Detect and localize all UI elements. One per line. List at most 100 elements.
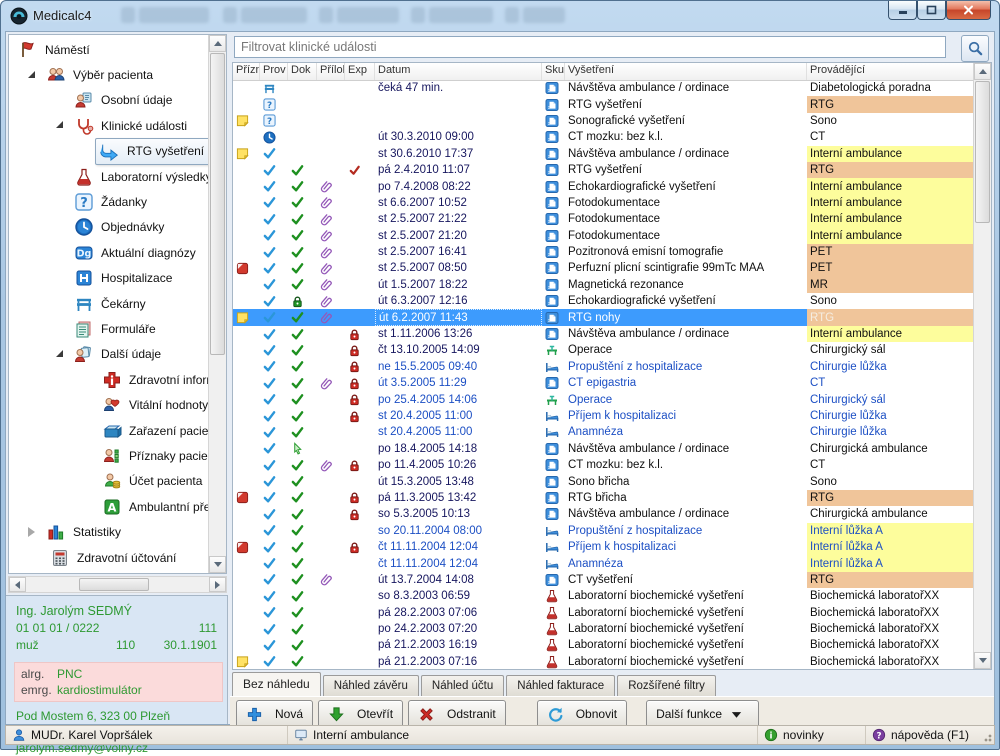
sidebar-item-et-pacienta[interactable]: Účet pacienta (9, 469, 209, 494)
table-row[interactable]: st 1.11.2006 13:26Návštěva ambulance / o… (233, 326, 974, 342)
scrollbar-thumb[interactable] (79, 578, 149, 591)
tree-vertical-scrollbar[interactable] (208, 35, 226, 573)
column-header-datum[interactable]: Datum (375, 63, 542, 80)
table-row[interactable]: út 13.7.2004 14:08CT vyšetřeníRTG (233, 572, 974, 588)
sidebar-item-zdravotn-informa[interactable]: Zdravotní informa (9, 367, 209, 392)
table-row[interactable]: st 2.5.2007 21:20FotodokumentaceInterní … (233, 228, 974, 244)
table-row[interactable]: so 8.3.2003 06:59Laboratorní biochemické… (233, 588, 974, 604)
table-row[interactable]: so 5.3.2005 10:13Návštěva ambulance / or… (233, 506, 974, 522)
table-row[interactable]: po 11.4.2005 10:26CT mozku: bez k.l.CT (233, 457, 974, 473)
table-row[interactable]: pá 21.2.2003 16:19Laboratorní biochemick… (233, 637, 974, 653)
sidebar-item-vit-ln-hodnoty[interactable]: Vitální hodnoty (9, 392, 209, 417)
expand-expander-icon[interactable] (28, 527, 35, 537)
tab-n-hled-fakturace[interactable]: Náhled fakturace (506, 675, 615, 696)
table-row[interactable]: čt 13.10.2005 14:09OperaceChirurgický sá… (233, 342, 974, 358)
table-row[interactable]: út 15.3.2005 13:48Sono břichaSono (233, 473, 974, 489)
column-header-provadejici[interactable]: Provádějící (807, 63, 974, 80)
scroll-down-button[interactable] (209, 556, 226, 573)
table-vertical-scrollbar[interactable] (973, 63, 991, 669)
scrollbar-thumb[interactable] (975, 81, 990, 223)
table-row[interactable]: po 18.4.2005 14:18Návštěva ambulance / o… (233, 441, 974, 457)
sidebar-item-formul-e[interactable]: Formuláře (9, 316, 209, 341)
sidebar-item-klinick-ud-losti[interactable]: Klinické události (9, 113, 209, 138)
table-row[interactable]: po 7.4.2008 08:22Echokardiografické vyše… (233, 178, 974, 194)
table-row[interactable]: ?Sonografické vyšetřeníSono (233, 113, 974, 129)
folder-icon (542, 457, 565, 473)
table-row[interactable]: pá 28.2.2003 07:06Laboratorní biochemick… (233, 605, 974, 621)
maximize-button[interactable] (917, 1, 946, 20)
column-header-dok[interactable]: Dok (288, 63, 317, 80)
tree-horizontal-scrollbar[interactable] (8, 576, 227, 593)
sidebar-item-danky[interactable]: ?Žádanky (9, 189, 209, 214)
tab-roz-en-filtry[interactable]: Rozšířené filtry (617, 675, 716, 696)
tab-n-hled-tu[interactable]: Náhled účtu (421, 675, 504, 696)
column-header-prov[interactable]: Prov (260, 63, 288, 80)
tab-n-hled-z-v-ru[interactable]: Náhled závěru (323, 675, 419, 696)
sidebar-item-osobn-daje[interactable]: Osobní údaje (9, 88, 209, 113)
table-row[interactable]: ?RTG vyšetřeníRTG (233, 96, 974, 112)
sidebar-item-hospitalizace[interactable]: Hospitalizace (9, 266, 209, 291)
table-row[interactable]: ne 15.5.2005 09:40Propuštění z hospitali… (233, 359, 974, 375)
table-row[interactable]: čt 11.11.2004 12:04AnamnézaInterní lůžka… (233, 555, 974, 571)
scroll-up-button[interactable] (974, 63, 991, 80)
sidebar-item-p-znaky-pacienta[interactable]: Příznaky pacienta (9, 443, 209, 468)
sidebar-item-ambulantn-p-ehl[interactable]: AAmbulantní přehl (9, 494, 209, 519)
table-row[interactable]: pá 2.4.2010 11:07RTG vyšetřeníRTG (233, 162, 974, 178)
event-date: ne 15.5.2005 09:40 (375, 359, 542, 375)
table-row[interactable]: pá 11.3.2005 13:42RTG břichaRTG (233, 490, 974, 506)
column-header-priloh[interactable]: Příloh (317, 63, 345, 80)
table-row[interactable]: st 6.6.2007 10:52FotodokumentaceInterní … (233, 195, 974, 211)
sidebar-item-objedn-vky[interactable]: Objednávky (9, 215, 209, 240)
scroll-right-button[interactable] (209, 577, 226, 592)
table-row[interactable]: st 2.5.2007 21:22FotodokumentaceInterní … (233, 211, 974, 227)
table-row[interactable]: čeká 47 min.Návštěva ambulance / ordinac… (233, 80, 974, 96)
column-header-prizn[interactable]: Přízn. (233, 63, 260, 80)
table-row[interactable]: st 20.4.2005 11:00AnamnézaChirurgie lůžk… (233, 424, 974, 440)
table-row[interactable]: po 25.4.2005 14:06OperaceChirurgický sál (233, 391, 974, 407)
table-row[interactable]: út 6.2.2007 11:43RTG nohyRTG (233, 309, 974, 325)
table-row[interactable]: so 20.11.2004 08:00Propuštění z hospital… (233, 523, 974, 539)
table-row[interactable]: st 30.6.2010 17:37Návštěva ambulance / o… (233, 146, 974, 162)
table-row[interactable]: po 24.2.2003 07:20Laboratorní biochemick… (233, 621, 974, 637)
sidebar-item-rtg-vy-et-en[interactable]: RTG vyšetření (9, 139, 209, 164)
statusbar-news[interactable]: i novinky (758, 726, 866, 744)
table-row[interactable]: út 3.5.2005 11:29CT epigastriaCT (233, 375, 974, 391)
tab-bez-n-hledu[interactable]: Bez náhledu (232, 672, 321, 696)
sidebar-item-za-azen-pacienta[interactable]: Zařazení pacienta (9, 418, 209, 443)
sidebar-item-aktu-ln-diagn-zy[interactable]: DgAktuální diagnózy (9, 240, 209, 265)
table-row[interactable]: čt 11.11.2004 12:04Příjem k hospitalizac… (233, 539, 974, 555)
check-icon (260, 342, 288, 358)
filter-input[interactable] (234, 36, 946, 58)
column-header-vysetreni[interactable]: Vyšetření (565, 63, 807, 80)
folder-icon (542, 277, 565, 293)
close-button[interactable] (946, 1, 991, 20)
scroll-down-button[interactable] (974, 652, 991, 669)
sidebar-item-statistiky[interactable]: Statistiky (9, 519, 209, 544)
table-row[interactable]: st 2.5.2007 16:41Pozitronová emisní tomo… (233, 244, 974, 260)
table-row[interactable]: út 6.3.2007 12:16Echokardiografické vyše… (233, 293, 974, 309)
table-row[interactable]: út 30.3.2010 09:00CT mozku: bez k.l.CT (233, 129, 974, 145)
scroll-up-button[interactable] (209, 35, 226, 52)
collapse-expander-icon[interactable] (56, 350, 63, 357)
table-row[interactable]: út 1.5.2007 18:22Magnetická rezonanceMR (233, 277, 974, 293)
table-row[interactable]: st 20.4.2005 11:00Příjem k hospitalizaci… (233, 408, 974, 424)
table-row[interactable]: pá 21.2.2003 07:16Laboratorní biochemick… (233, 654, 974, 669)
column-header-exp[interactable]: Exp (345, 63, 375, 80)
table-row[interactable]: st 2.5.2007 08:50Perfuzní plicní scintig… (233, 260, 974, 276)
collapse-expander-icon[interactable] (28, 71, 35, 78)
sidebar-item-zdravotn-tov-n[interactable]: Zdravotní účtování (9, 545, 209, 570)
search-button[interactable] (961, 35, 989, 62)
sidebar-item-n-m-st[interactable]: Náměstí (9, 37, 209, 62)
sidebar-item-ek-rny[interactable]: Čekárny (9, 291, 209, 316)
resize-grip[interactable] (980, 730, 992, 742)
sidebar-item-v-b-r-pacienta[interactable]: Výběr pacienta (9, 62, 209, 87)
sidebar-item-laboratorn-v-sledky[interactable]: Laboratorní výsledky (9, 164, 209, 189)
collapse-expander-icon[interactable] (56, 121, 63, 128)
scroll-left-button[interactable] (9, 577, 26, 592)
minimize-button[interactable] (888, 1, 917, 20)
statusbar-help[interactable]: ? nápověda (F1) (866, 726, 994, 744)
scrollbar-thumb[interactable] (210, 53, 225, 355)
sidebar-item-dal-daje[interactable]: Další údaje (9, 342, 209, 367)
sidebar-item-label: RTG vyšetření (127, 144, 204, 158)
column-header-skupi[interactable]: Skupi (542, 63, 565, 80)
